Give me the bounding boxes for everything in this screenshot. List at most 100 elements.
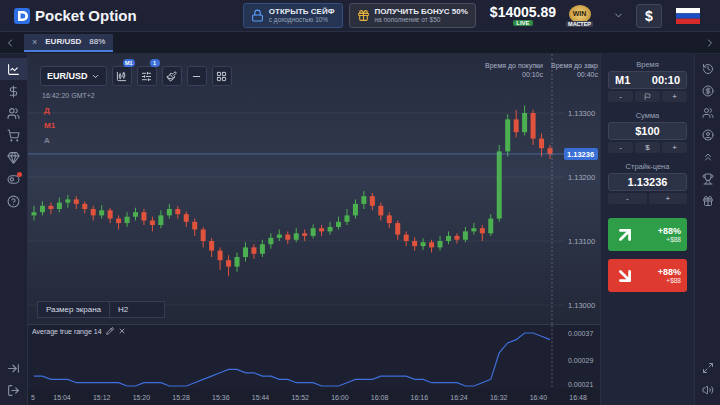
candle (65, 195, 70, 208)
sidebar-item[interactable] (695, 190, 720, 212)
account-menu[interactable] (613, 10, 624, 21)
chevron-right-icon[interactable] (704, 37, 716, 49)
candle (302, 229, 307, 241)
stepper-button[interactable]: + (662, 91, 687, 102)
trade-field[interactable]: $100 (608, 122, 687, 140)
sidebar-item[interactable] (0, 379, 27, 401)
status-subtitle: МАСТЕР (566, 21, 593, 27)
sidebar-item[interactable] (695, 58, 720, 80)
time-tick: 15:04 (53, 394, 71, 401)
atr-chart: 0.000370.000290.00021 (28, 325, 600, 389)
field-label: Время (608, 60, 687, 69)
time-tick: 16:48 (569, 394, 587, 401)
stepper-button[interactable]: - (608, 142, 633, 153)
promo-button[interactable]: ОТКРЫТЬ СЕЙФс доходностью 10% (243, 3, 343, 28)
cart-icon (7, 129, 20, 142)
indicators-button[interactable]: 1 (137, 66, 157, 86)
trade-field-group: Сумма$100-$+ (608, 111, 687, 153)
candle (531, 110, 536, 145)
candle (344, 209, 349, 225)
candle (370, 193, 375, 210)
trade-field[interactable]: M100:10 (608, 71, 687, 89)
candle (82, 201, 87, 213)
candle (488, 214, 493, 236)
screen-size-label: Размер экрана (38, 302, 109, 317)
sidebar-item[interactable] (0, 168, 27, 190)
field-controls: -+ (608, 91, 687, 102)
timer: Время до закр00:40с (551, 62, 598, 78)
preset-button[interactable] (635, 91, 660, 102)
payout-amount: +$88 (666, 277, 681, 284)
sidebar-item[interactable] (0, 80, 27, 102)
price-chart[interactable]: 1.133001.132001.131001.130001.13236EUR/U… (28, 54, 600, 324)
balance[interactable]: $14005.89LIVE (490, 5, 556, 27)
tab-close[interactable]: × (32, 37, 37, 47)
sidebar-item[interactable] (0, 190, 27, 212)
sidebar-item[interactable] (695, 102, 720, 124)
candle (192, 219, 197, 236)
promo-button[interactable]: ПОЛУЧИТЬ БОНУС 50%на пополнение от $50 (349, 3, 476, 28)
symbol-select[interactable]: EUR/USD (40, 66, 107, 86)
minus-icon (191, 71, 202, 82)
indicator-label: Average true range 14 (32, 327, 126, 335)
sidebar-item[interactable] (695, 168, 720, 190)
chevron-down-icon (613, 10, 624, 21)
time-tick: 15:28 (172, 394, 190, 401)
candle (99, 205, 104, 218)
screen-size-value: H2 (109, 302, 164, 317)
candle (158, 210, 163, 228)
candle (125, 212, 130, 227)
close-icon[interactable] (118, 327, 126, 335)
logo[interactable]: Pocket Option (14, 7, 137, 24)
pencil-icon[interactable] (106, 327, 114, 335)
candle (471, 223, 476, 235)
sidebar-item[interactable] (0, 146, 27, 168)
gem-icon (7, 151, 20, 164)
promo-title: ПОЛУЧИТЬ БОНУС 50% (375, 7, 468, 16)
candle (209, 238, 214, 257)
sidebar-item[interactable] (0, 124, 27, 146)
sidebar-item[interactable] (0, 58, 27, 80)
current-price: 1.13236 (28, 148, 598, 160)
call-button[interactable]: +88%+$88 (608, 218, 687, 251)
trading-app: Pocket Option ОТКРЫТЬ СЕЙФс доходностью 1… (0, 0, 720, 405)
stepper-button[interactable]: + (649, 193, 688, 204)
russia-flag-icon[interactable] (676, 8, 700, 24)
candle (311, 224, 316, 238)
stepper-button[interactable]: - (608, 193, 647, 204)
sidebar-item[interactable] (695, 80, 720, 102)
chart-type-button[interactable]: M1 (112, 66, 132, 86)
asset-tab[interactable]: ×EUR/USD88% (24, 34, 113, 52)
trade-field[interactable]: 1.13236 (608, 173, 687, 191)
tab-payout: 88% (89, 37, 105, 46)
stepper-button[interactable]: - (608, 91, 633, 102)
chevron-left-icon[interactable] (4, 37, 16, 49)
chart-icon (7, 63, 20, 76)
stepper-button[interactable]: + (662, 142, 687, 153)
screen-size[interactable]: Размер экранаH2 (37, 301, 165, 318)
svg-text:1.13236: 1.13236 (567, 150, 594, 159)
side-label[interactable]: A (44, 136, 55, 145)
indicator-panel[interactable]: 0.000370.000290.00021Average true range … (28, 324, 600, 389)
svg-text:1.13000: 1.13000 (568, 301, 595, 310)
candle (175, 206, 180, 219)
candlestick-chart[interactable]: 1.133001.132001.131001.130001.13236 (28, 54, 600, 324)
put-button[interactable]: +88%+$88 (608, 259, 687, 292)
candle (48, 203, 53, 215)
sidebar-item[interactable] (695, 124, 720, 146)
sidebar-item[interactable] (695, 357, 720, 379)
stepper-button[interactable]: $ (635, 142, 660, 153)
line-button[interactable] (187, 66, 207, 86)
side-label[interactable]: M1 (44, 121, 55, 130)
sidebar-item[interactable] (695, 146, 720, 168)
sidebar-item[interactable] (0, 357, 27, 379)
candle (378, 203, 383, 221)
user-icon (702, 129, 714, 141)
side-label[interactable]: Д (44, 106, 55, 115)
deposit-button[interactable]: $ (636, 4, 662, 28)
layout-button[interactable] (212, 66, 232, 86)
status-badge[interactable]: WINМАСТЕР (566, 5, 593, 27)
sidebar-item[interactable] (0, 102, 27, 124)
sidebar-item[interactable] (695, 379, 720, 401)
drawing-button[interactable] (162, 66, 182, 86)
